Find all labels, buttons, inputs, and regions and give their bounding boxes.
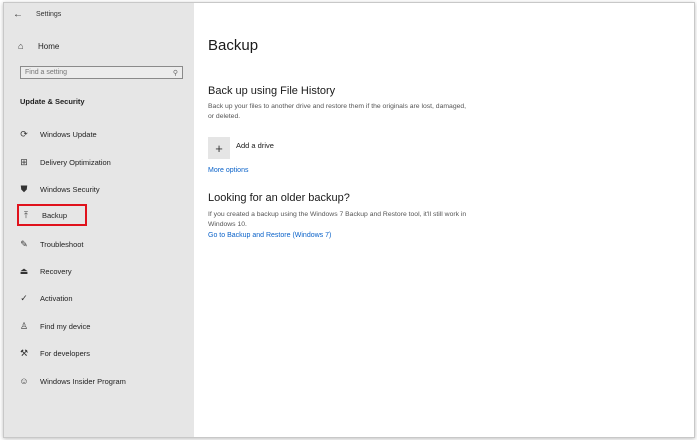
older-backup-description: If you created a backup using the Window… <box>208 211 467 228</box>
insider-icon: ☺ <box>19 376 29 386</box>
check-circle-icon: ✓ <box>20 292 28 303</box>
sidebar-item-delivery-optimization[interactable]: ⊞ Delivery Optimization <box>17 151 183 173</box>
sidebar-item-label: Activation <box>40 293 73 303</box>
delivery-optimization-icon: ⊞ <box>20 156 28 167</box>
sidebar-item-recovery[interactable]: ⏏ Recovery <box>17 260 183 282</box>
recovery-icon: ⏏ <box>19 265 29 276</box>
more-options-link[interactable]: More options <box>208 167 248 174</box>
search-icon: ⚲ <box>172 69 178 77</box>
plus-icon: + <box>208 137 230 159</box>
sidebar-item-windows-update[interactable]: ⟳ Windows Update <box>17 123 183 145</box>
sidebar-item-label: Recovery <box>40 266 72 276</box>
sidebar-item-windows-security[interactable]: ⛊ Windows Security <box>17 178 183 200</box>
older-backup-heading: Looking for an older backup? <box>208 192 350 204</box>
window-title: Settings <box>36 10 62 18</box>
main-content: Backup Back up using File History Back u… <box>194 3 694 437</box>
file-history-heading: Back up using File History <box>208 85 336 97</box>
sidebar-item-activation[interactable]: ✓ Activation <box>17 287 183 309</box>
home-label: Home <box>38 41 60 51</box>
backup-icon: ⤒ <box>24 209 28 220</box>
find-device-icon: ♙ <box>19 320 29 331</box>
section-title: Update & Security <box>20 97 85 106</box>
home-nav-item[interactable]: ⌂ Home <box>18 41 59 51</box>
search-input[interactable]: Find a setting ⚲ <box>20 66 183 79</box>
shield-icon: ⛊ <box>20 183 28 194</box>
sidebar-item-backup[interactable]: ⤒ Backup <box>17 204 87 226</box>
sidebar-item-label: Backup <box>42 210 68 220</box>
developer-icon: ⚒ <box>19 347 29 358</box>
search-placeholder: Find a setting <box>25 69 68 76</box>
sidebar-item-label: Windows Update <box>40 129 97 139</box>
sidebar-item-find-my-device[interactable]: ♙ Find my device <box>17 315 183 337</box>
settings-window: ← Settings ⌂ Home Find a setting ⚲ Updat… <box>3 2 695 438</box>
backup-restore-link[interactable]: Go to Backup and Restore (Windows 7) <box>208 232 331 239</box>
home-icon: ⌂ <box>18 41 24 51</box>
sidebar: ← Settings ⌂ Home Find a setting ⚲ Updat… <box>4 3 194 437</box>
sidebar-item-label: Troubleshoot <box>40 239 84 249</box>
wrench-icon: ✎ <box>20 238 28 249</box>
sidebar-item-troubleshoot[interactable]: ✎ Troubleshoot <box>17 233 183 255</box>
back-arrow-icon[interactable]: ← <box>4 3 32 25</box>
sidebar-item-label: Delivery Optimization <box>40 157 111 167</box>
add-drive-button[interactable]: + Add a drive <box>208 137 274 159</box>
title-bar: ← Settings <box>4 3 194 25</box>
sidebar-item-windows-insider-program[interactable]: ☺ Windows Insider Program <box>17 370 183 392</box>
sync-icon: ⟳ <box>20 128 28 139</box>
page-title: Backup <box>208 37 259 54</box>
sidebar-item-label: For developers <box>40 348 91 358</box>
sidebar-item-for-developers[interactable]: ⚒ For developers <box>17 342 183 364</box>
sidebar-item-label: Windows Insider Program <box>40 376 126 386</box>
sidebar-item-label: Find my device <box>40 321 91 331</box>
file-history-description: Back up your files to another drive and … <box>208 103 467 120</box>
add-drive-label: Add a drive <box>236 140 274 150</box>
sidebar-item-label: Windows Security <box>40 184 100 194</box>
